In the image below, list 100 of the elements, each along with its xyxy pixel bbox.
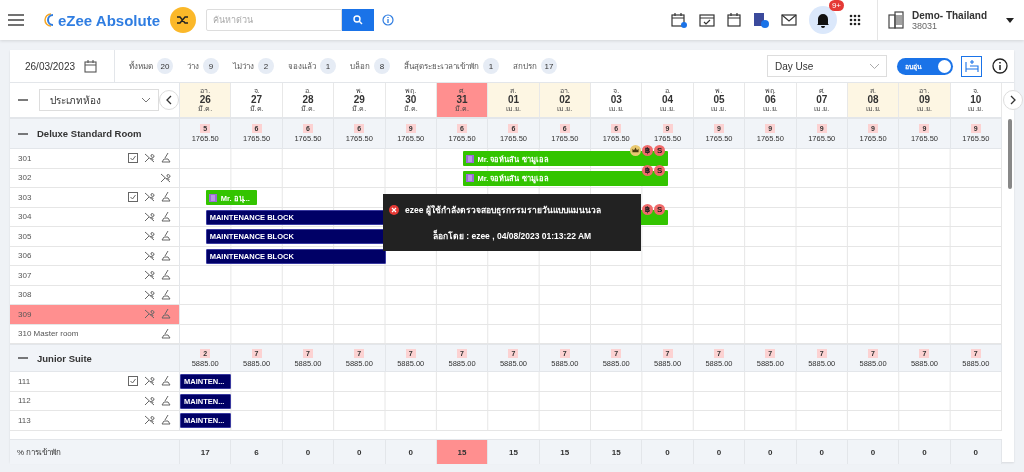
- broom-icon[interactable]: [161, 395, 171, 406]
- booking-tag: ฿: [642, 203, 654, 215]
- broom-icon[interactable]: [161, 211, 171, 222]
- crown-icon: [630, 145, 642, 156]
- crossed-plant-icon[interactable]: [144, 231, 155, 242]
- crossed-plant-icon[interactable]: [144, 376, 155, 387]
- tooltip-title: ezee ผู้ใช้กำลังตรวจสอบธุรกรรมรายวันแบบแมนนวล: [405, 203, 601, 217]
- checkbox-icon[interactable]: [128, 192, 138, 203]
- guest-icon: [208, 193, 217, 202]
- occupancy-value: 17: [180, 440, 232, 464]
- crossed-plant-icon[interactable]: [144, 415, 155, 426]
- next-button[interactable]: [1003, 90, 1023, 110]
- add-bed-button[interactable]: [961, 55, 982, 77]
- broom-icon[interactable]: [161, 192, 171, 203]
- occupancy-value: 0: [693, 440, 746, 464]
- mail-icon[interactable]: [781, 14, 797, 26]
- crossed-plant-icon[interactable]: [144, 250, 155, 261]
- chevron-left-icon: [166, 95, 172, 105]
- occupancy-label: % การเข้าพัก: [10, 440, 180, 464]
- crossed-plant-icon[interactable]: [144, 395, 155, 406]
- caret-icon[interactable]: [1006, 17, 1014, 23]
- checkbox-icon[interactable]: [128, 376, 138, 387]
- notification-button[interactable]: [809, 6, 837, 34]
- crossed-plant-icon[interactable]: [144, 153, 155, 164]
- booking-tag: ฿: [642, 164, 654, 176]
- crossed-plant-icon[interactable]: [144, 192, 155, 203]
- broom-icon[interactable]: [161, 376, 171, 387]
- room-number[interactable]: 309: [18, 309, 32, 319]
- view-dropdown[interactable]: Day Use: [767, 55, 887, 77]
- occupancy-value: 15: [488, 440, 540, 464]
- broom-icon[interactable]: [161, 309, 171, 320]
- invoice-icon[interactable]: [753, 12, 769, 28]
- broom-icon[interactable]: [161, 415, 171, 426]
- room-number[interactable]: 305: [18, 231, 32, 241]
- room-number[interactable]: 113: [18, 415, 31, 425]
- stat-label: สิ้นสุดระยะเวลาเข้าพัก: [404, 60, 479, 73]
- broom-icon[interactable]: [161, 231, 171, 242]
- scrollbar[interactable]: [1008, 119, 1012, 189]
- crossed-plant-icon[interactable]: [144, 309, 155, 320]
- room-number[interactable]: 111: [18, 376, 31, 386]
- occupancy-value: 0: [642, 440, 694, 464]
- calendar-check-icon[interactable]: [699, 13, 715, 27]
- room-number[interactable]: 306: [18, 251, 32, 261]
- building-icon: [888, 11, 904, 29]
- stat-count: 20: [157, 58, 173, 74]
- crossed-plant-icon[interactable]: [144, 289, 155, 300]
- broom-icon[interactable]: [161, 250, 171, 261]
- broom-icon[interactable]: [161, 328, 171, 339]
- stat-count: 17: [541, 58, 557, 74]
- occupancy-value: 0: [950, 440, 1002, 464]
- occupancy-value: 0: [334, 440, 386, 464]
- room-type-name: Junior Suite: [37, 352, 92, 364]
- broom-icon[interactable]: [161, 289, 171, 300]
- search-button[interactable]: [341, 9, 374, 31]
- crossed-plant-icon[interactable]: [144, 270, 155, 281]
- app-logo: eZee Absolute: [58, 11, 160, 29]
- notification-count: 9+: [828, 0, 844, 11]
- room-number[interactable]: 304: [18, 212, 32, 222]
- menu-icon[interactable]: [8, 14, 24, 26]
- checkbox-icon[interactable]: [128, 153, 138, 164]
- property-name[interactable]: Demo- Thailand: [912, 9, 998, 21]
- room-number[interactable]: 310 Master room: [18, 329, 79, 339]
- error-icon: [389, 204, 399, 215]
- room-number[interactable]: 112: [18, 396, 31, 406]
- logo-icon: [42, 12, 56, 28]
- shuffle-button[interactable]: [169, 7, 196, 33]
- previous-button[interactable]: [159, 90, 179, 110]
- chevron-down-icon: [870, 63, 879, 69]
- calendar-add-icon[interactable]: [671, 12, 687, 28]
- apps-grid-icon[interactable]: [849, 14, 861, 26]
- occupancy-value: 0: [385, 440, 437, 464]
- stat-count: 1: [483, 58, 499, 74]
- broom-icon[interactable]: [161, 270, 171, 281]
- calendar-icon[interactable]: [84, 59, 98, 73]
- room-number[interactable]: 302: [18, 173, 32, 183]
- room-number[interactable]: 303: [18, 192, 32, 202]
- booking-tag: ฿: [642, 145, 654, 156]
- occupancy-value: 15: [436, 440, 489, 464]
- stat-label: ไม่ว่าง: [233, 60, 254, 73]
- booking-tag: S: [654, 164, 666, 176]
- property-code: 38031: [912, 20, 939, 31]
- room-number[interactable]: 301: [18, 153, 32, 163]
- stat-label: ทั้งหมด: [129, 60, 153, 73]
- room-type-name: Deluxe Standard Room: [37, 128, 142, 139]
- search-icon: [352, 15, 363, 25]
- date-field[interactable]: 26/03/2023: [25, 60, 76, 72]
- stat-count: 2: [258, 58, 274, 74]
- tooltip-detail: ล็อกโดย : ezee , 04/08/2023 01:13:22 AM: [432, 228, 592, 243]
- crossed-plant-icon[interactable]: [160, 172, 171, 183]
- crossed-plant-icon[interactable]: [144, 211, 155, 222]
- calendar-icon[interactable]: [727, 13, 741, 27]
- broom-icon[interactable]: [161, 153, 171, 164]
- stat-label: จองแล้ว: [288, 60, 316, 73]
- occupancy-value: 0: [899, 440, 951, 464]
- info-icon[interactable]: [992, 58, 1008, 74]
- room-number[interactable]: 308: [18, 290, 32, 300]
- search-field[interactable]: ค้นหาด่วน: [205, 9, 342, 31]
- room-number[interactable]: 307: [18, 270, 32, 280]
- room-type-dropdown[interactable]: ประเภทห้อง: [39, 89, 159, 111]
- stat-label: สกปรก: [513, 60, 537, 73]
